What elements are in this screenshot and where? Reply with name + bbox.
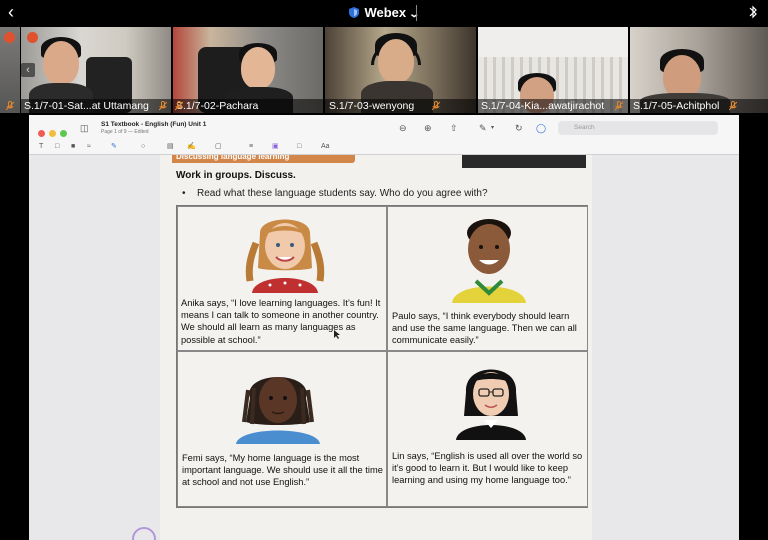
sign-icon[interactable]: ✍ [187,142,196,152]
text-box-icon[interactable]: ▤ [167,142,174,152]
scroll-left-button[interactable]: ‹ [21,63,35,77]
femi-portrait [236,377,320,444]
text-style-icon[interactable]: Aa [321,142,330,152]
border-color-icon[interactable]: ▣ [272,142,279,152]
participant-tile-5[interactable]: S.1/7-05-Achitphol [630,27,768,113]
top-photo-strip [462,155,586,168]
participant-name: S.1/7-03-wenyong [325,99,476,113]
mic-muted-icon [432,101,440,111]
quote-text: Femi says, “My home language is the most… [182,453,383,488]
meeting-title[interactable]: Webex ⌄ [0,5,768,20]
recording-indicator-icon [27,32,38,43]
face [378,39,414,83]
paulo-portrait [452,219,526,303]
anika-portrait [245,219,325,293]
mic-muted-icon [615,101,623,111]
title-divider [416,5,417,21]
face [241,47,275,89]
top-bar: ‹ Webex ⌄ [0,0,768,26]
quote-cell-paulo: Paulo says, “I think everybody should le… [387,206,588,351]
screen: ‹ Webex ⌄ ‹ S.1/7-01-Sat...at Uttamang S… [0,0,768,540]
participant-tile-3[interactable]: S.1/7-03-wenyong [325,27,476,113]
zoom-window-button[interactable] [60,130,67,137]
mic-muted-icon [175,101,183,111]
markup-pen-icon[interactable]: ✎ [479,123,487,133]
mic-muted-icon [159,101,167,111]
mic-muted-icon [729,101,737,111]
bluetooth-icon[interactable] [748,4,758,20]
line-style-icon[interactable]: ≡ [249,142,253,152]
quotes-grid: Anika says, “I love learning languages. … [176,205,588,508]
document-title: S1 Textbook - English (Fun) Unit 1 [101,121,207,128]
note-icon[interactable]: ▢ [215,142,222,152]
participant-name: S.1/7-01-Sat...at Uttamang [21,99,171,113]
quote-text: Lin says, “English is used all over the … [392,451,583,486]
participant-tile-partial[interactable] [0,27,20,113]
quote-cell-lin: Lin says, “English is used all over the … [387,351,588,507]
shapes-icon[interactable]: ○ [141,142,145,152]
share-icon[interactable]: ⇧ [450,123,458,133]
chevron-down-icon[interactable]: ⌄ [408,9,420,20]
text-tool-icon[interactable]: T [39,142,43,152]
exercise-heading: Work in groups. Discuss. [176,170,296,181]
bullet-icon: • [182,188,186,199]
participant-strip: ‹ S.1/7-01-Sat...at Uttamang S.1/7-02-Pa… [0,27,768,113]
mouse-cursor-icon [334,330,340,339]
close-window-button[interactable] [38,130,45,137]
participant-tile-2[interactable]: S.1/7-02-Pachara [173,27,323,113]
document-subtitle: Page 1 of 9 — Edited [101,129,149,135]
mic-muted-icon [6,101,14,111]
search-input[interactable]: Search [558,121,718,135]
window-controls [38,124,71,142]
participant-name: S.1/7-04-Kia...awatjirachot [478,99,628,113]
preview-toolbar: ◫ S1 Textbook - English (Fun) Unit 1 Pag… [29,115,739,155]
shield-icon [349,7,360,18]
lin-portrait [456,369,526,440]
document-page: Discussing language learning Work in gro… [160,155,592,540]
recording-indicator-icon [4,32,15,43]
zoom-out-icon[interactable]: ⊖ [399,123,407,133]
markup-icon[interactable]: ◯ [536,123,546,133]
sidebar-toggle-icon[interactable]: ◫ [80,123,89,133]
quote-cell-femi: Femi says, “My home language is the most… [177,351,387,507]
minimize-window-button[interactable] [49,130,56,137]
fill-color-icon[interactable]: □ [297,142,301,152]
quote-text: Paulo says, “I think everybody should le… [392,311,577,346]
rect-select-icon[interactable]: □ [55,142,59,152]
app-title: Webex [364,5,407,20]
shared-screen: ◫ S1 Textbook - English (Fun) Unit 1 Pag… [29,115,739,540]
face [43,41,79,85]
quote-text: Anika says, “I love learning languages. … [181,298,381,345]
markup-dropdown-icon[interactable]: ▾ [491,123,494,133]
participant-name: S.1/7-02-Pachara [173,99,323,113]
exercise-instruction: Read what these language students say. W… [197,188,488,199]
zoom-in-icon[interactable]: ⊕ [424,123,432,133]
participant-tile-4[interactable]: S.1/7-04-Kia...awatjirachot [478,27,628,113]
quote-cell-anika: Anika says, “I love learning languages. … [177,206,387,351]
participant-tile-1[interactable]: ‹ S.1/7-01-Sat...at Uttamang [21,27,171,113]
section-banner: Discussing language learning [172,155,355,163]
sketch-icon[interactable]: ≈ [87,142,91,152]
rotate-icon[interactable]: ↻ [515,123,523,133]
redact-icon[interactable]: ■ [71,142,75,152]
draw-icon[interactable]: ✎ [111,142,117,152]
participant-name: S.1/7-05-Achitphol [630,99,768,113]
wall [478,27,628,57]
